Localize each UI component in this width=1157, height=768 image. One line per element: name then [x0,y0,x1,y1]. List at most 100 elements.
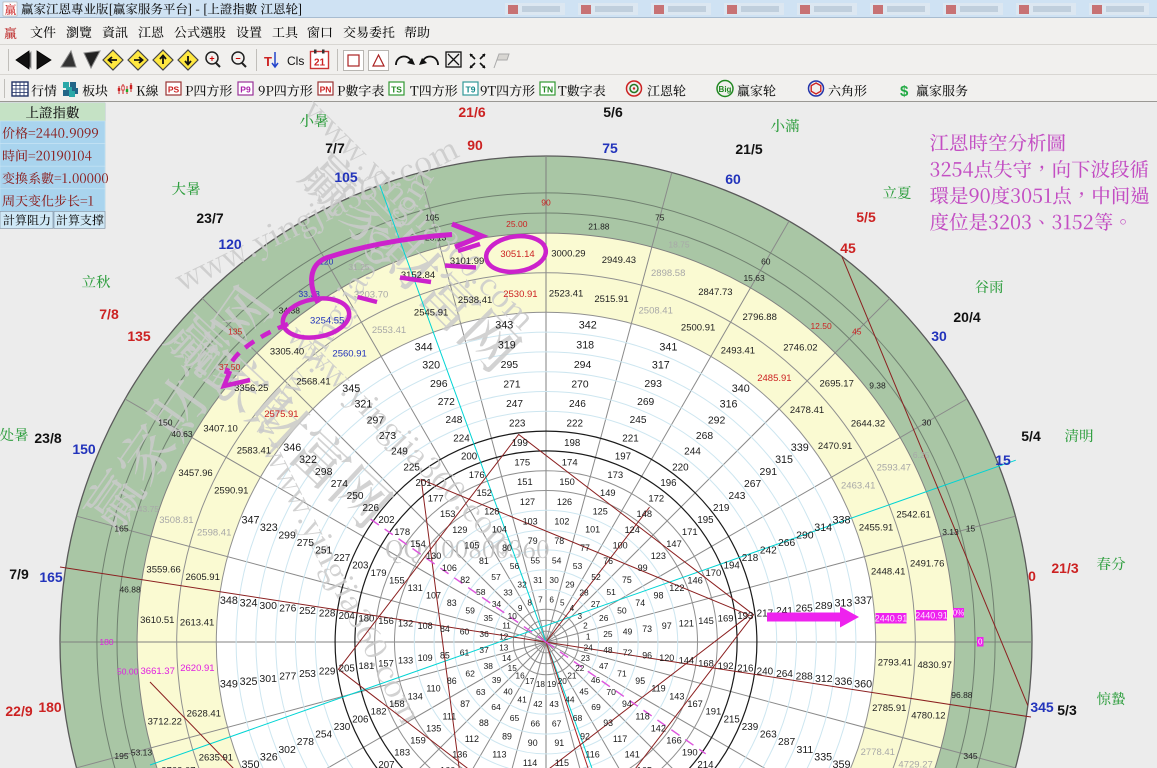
svg-text:83: 83 [447,598,457,608]
svg-text:2440.91: 2440.91 [875,614,908,624]
svg-text:2448.41: 2448.41 [871,567,905,578]
svg-text:108: 108 [418,621,433,631]
svg-text:264: 264 [776,669,793,680]
svg-text:69: 69 [591,702,601,712]
svg-text:179: 179 [371,568,387,579]
svg-text:2598.41: 2598.41 [197,528,231,539]
svg-text:221: 221 [622,434,639,445]
svg-text:32: 32 [517,579,527,589]
svg-text:302: 302 [278,744,296,756]
svg-text:2538.41: 2538.41 [458,295,492,306]
svg-text:338: 338 [832,514,850,526]
svg-text:275: 275 [297,538,314,549]
svg-text:254: 254 [315,730,332,741]
svg-text:21: 21 [567,672,577,681]
svg-text:155: 155 [389,576,405,586]
svg-text:313: 313 [834,598,852,610]
svg-text:22/9: 22/9 [5,703,32,719]
svg-text:345: 345 [1030,699,1054,715]
svg-text:2847.73: 2847.73 [698,287,732,298]
svg-text:170: 170 [705,568,721,579]
svg-text:2493.41: 2493.41 [721,345,755,356]
svg-text:345: 345 [342,383,360,395]
svg-text:239: 239 [742,722,759,733]
svg-text:3610.51: 3610.51 [140,615,174,626]
svg-text:0: 0 [978,638,983,647]
svg-text:132: 132 [398,619,413,629]
svg-text:12.50: 12.50 [810,321,832,331]
svg-text:58: 58 [476,587,486,597]
svg-text:117: 117 [613,734,627,744]
svg-text:293: 293 [644,378,662,390]
svg-text:90: 90 [467,137,483,153]
svg-text:42: 42 [533,699,543,709]
svg-text:75: 75 [602,140,618,156]
svg-text:294: 294 [574,359,592,371]
svg-text:9: 9 [518,604,523,613]
svg-text:322: 322 [299,454,317,466]
svg-text:144: 144 [679,656,694,666]
svg-text:PS: PS [168,85,180,95]
svg-text:116: 116 [585,750,599,760]
svg-text:93: 93 [603,718,613,728]
svg-text:318: 318 [576,339,594,351]
svg-text:227: 227 [334,553,350,564]
svg-text:174: 174 [562,458,578,469]
svg-text:2796.88: 2796.88 [743,312,777,323]
svg-text:45: 45 [840,240,856,256]
svg-text:2463.41: 2463.41 [841,480,875,491]
svg-text:219: 219 [713,503,730,514]
svg-text:2785.91: 2785.91 [872,703,906,714]
svg-text:39: 39 [492,675,502,685]
svg-text:3407.10: 3407.10 [203,424,237,435]
svg-text:337: 337 [854,595,872,607]
svg-text:34: 34 [492,599,502,609]
svg-text:5/5: 5/5 [856,209,876,225]
svg-text:295: 295 [501,359,519,371]
svg-text:97: 97 [662,621,672,631]
svg-text:277: 277 [279,672,296,683]
svg-text:272: 272 [438,397,455,408]
svg-text:341: 341 [659,341,677,353]
svg-text:62: 62 [465,669,475,679]
svg-text:37.50: 37.50 [219,362,241,372]
svg-text:340: 340 [732,383,750,395]
svg-text:2635.91: 2635.91 [199,752,233,763]
svg-text:2746.02: 2746.02 [783,343,817,354]
svg-text:218: 218 [742,553,759,564]
svg-text:120: 120 [218,236,242,252]
svg-text:14: 14 [502,654,512,663]
svg-text:199: 199 [512,438,528,449]
svg-text:244: 244 [684,447,701,458]
svg-text:2485.91: 2485.91 [757,373,791,384]
svg-text:180: 180 [99,637,113,647]
svg-text:135: 135 [127,328,151,344]
svg-text:75: 75 [655,213,665,223]
svg-text:190: 190 [682,748,698,759]
svg-text:165: 165 [39,569,63,585]
svg-text:249: 249 [391,447,408,458]
svg-text:94: 94 [622,699,632,709]
svg-text:177: 177 [428,494,444,505]
svg-text:5/4: 5/4 [1021,428,1041,444]
svg-text:152: 152 [476,488,492,498]
svg-text:348: 348 [220,595,238,607]
svg-text:119: 119 [651,684,665,694]
svg-text:269: 269 [637,397,654,408]
svg-text:3559.66: 3559.66 [146,565,180,576]
svg-text:45: 45 [852,326,862,336]
svg-text:206: 206 [352,714,368,725]
svg-text:2478.41: 2478.41 [790,405,824,416]
svg-text:271: 271 [503,379,520,390]
svg-text:30: 30 [549,575,559,585]
svg-text:36: 36 [479,629,489,639]
svg-text:60: 60 [725,171,741,187]
svg-text:195: 195 [697,515,713,526]
svg-text:349: 349 [220,679,238,691]
svg-text:7/8: 7/8 [99,306,119,322]
svg-text:171: 171 [682,527,698,538]
svg-text:120: 120 [659,653,674,663]
svg-text:2: 2 [583,622,588,631]
svg-text:202: 202 [378,515,394,526]
svg-text:278: 278 [297,737,314,748]
